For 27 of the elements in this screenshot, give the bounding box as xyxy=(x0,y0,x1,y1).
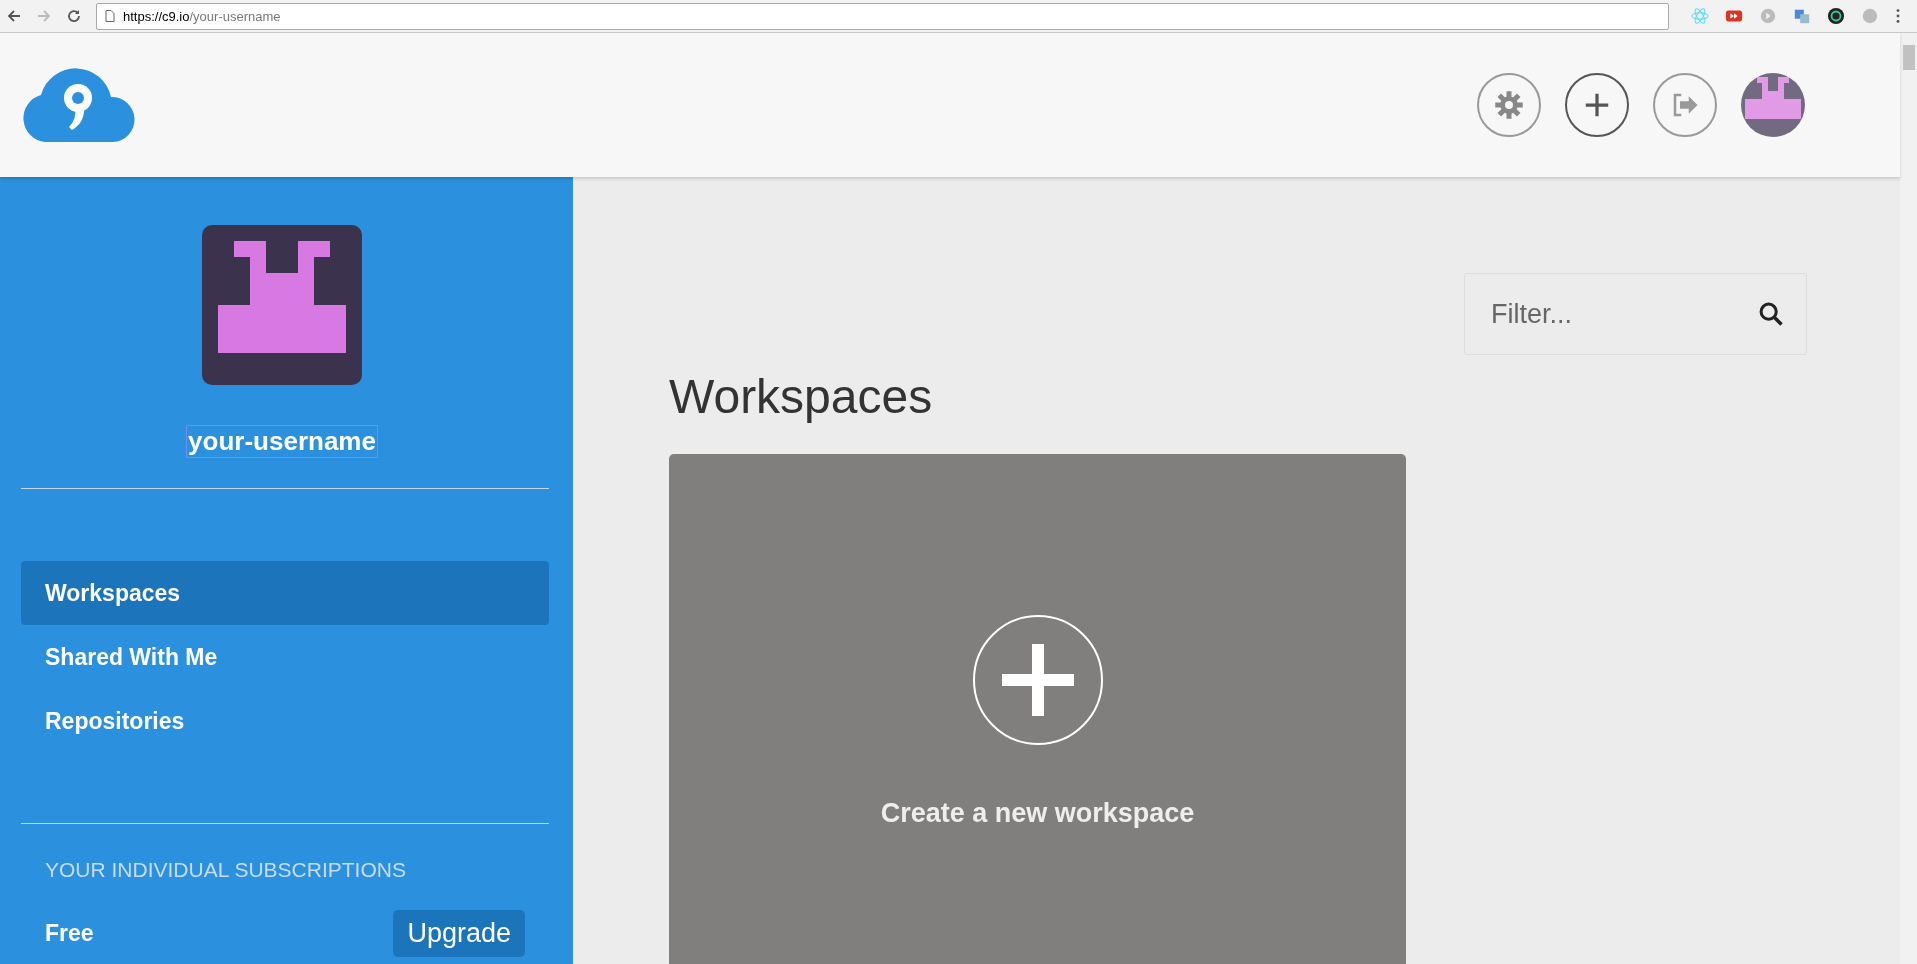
scrollbar[interactable] xyxy=(1900,33,1917,964)
sidebar-item[interactable]: Workspaces xyxy=(21,561,549,625)
plan-name: Free xyxy=(45,920,94,947)
username: your-username xyxy=(186,425,378,458)
filter-field[interactable]: Filter... xyxy=(1464,273,1807,355)
play-icon[interactable] xyxy=(1759,7,1777,25)
settings-button[interactable] xyxy=(1477,73,1541,137)
add-button[interactable] xyxy=(1565,73,1629,137)
page-heading: Workspaces xyxy=(669,369,934,424)
forward-icon[interactable] xyxy=(36,8,52,24)
address-bar[interactable]: https://c9.io/your-username xyxy=(96,2,1669,30)
sidebar-item[interactable]: Shared With Me xyxy=(21,625,549,689)
back-icon[interactable] xyxy=(6,8,22,24)
avatar[interactable] xyxy=(1741,73,1805,137)
sign-out-button[interactable] xyxy=(1653,73,1717,137)
subscriptions-heading: YOUR INDIVIDUAL SUBSCRIPTIONS xyxy=(45,858,407,882)
plus-circle-icon xyxy=(971,614,1104,746)
menu-icon[interactable] xyxy=(1895,7,1901,25)
search-icon xyxy=(1757,300,1785,328)
new-workspace-card[interactable]: Create a new workspace xyxy=(669,454,1406,964)
reload-icon[interactable] xyxy=(66,8,82,24)
upgrade-button[interactable]: Upgrade xyxy=(393,910,525,957)
page-icon xyxy=(105,10,115,22)
settings-icon xyxy=(1494,90,1524,120)
sidebar-item[interactable]: Repositories xyxy=(21,689,549,753)
card-label: Create a new workspace xyxy=(880,798,1195,829)
cloud-logo-icon[interactable] xyxy=(20,68,135,142)
